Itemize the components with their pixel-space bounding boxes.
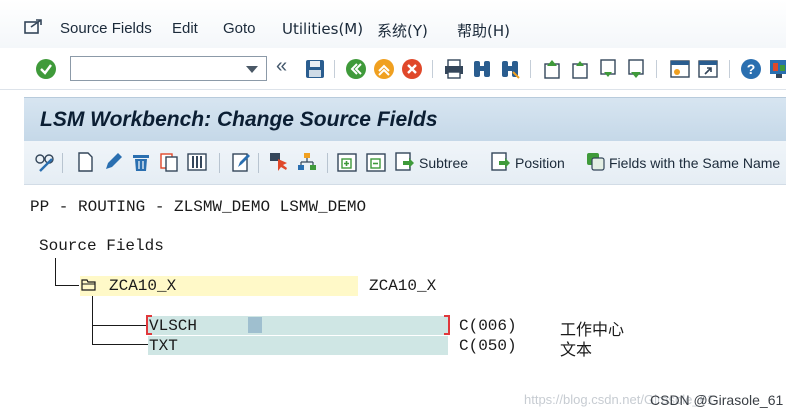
subtree-icon[interactable] — [394, 151, 416, 173]
menu-help[interactable]: 帮助(H) — [457, 20, 510, 41]
same-name-fields-icon[interactable] — [585, 151, 607, 173]
menu-goto[interactable]: Goto — [223, 20, 256, 37]
previous-page-icon[interactable] — [569, 58, 591, 80]
back-icon[interactable] — [345, 58, 367, 80]
structure-name[interactable]: ZCA10_X — [109, 277, 176, 295]
find-next-icon[interactable] — [499, 58, 521, 80]
tree-connector — [92, 292, 93, 344]
save-icon[interactable] — [304, 58, 326, 80]
credit-text: CSDN @Girasole_61 — [650, 392, 784, 408]
work-area: PP - ROUTING - ZLSMW_DEMO LSMW_DEMO Sour… — [24, 186, 801, 418]
toolbar-separator — [219, 153, 220, 173]
edit-pencil-icon[interactable] — [102, 151, 124, 173]
field-description: 文本 — [560, 340, 593, 359]
menu-edit[interactable]: Edit — [172, 20, 198, 37]
folder-icon[interactable] — [81, 278, 96, 291]
standard-toolbar: « ? — [0, 48, 801, 90]
select-element-icon[interactable] — [268, 151, 290, 173]
toolbar-separator — [334, 60, 335, 78]
toolbar-separator — [62, 153, 63, 173]
collapse-subtree-icon[interactable] — [365, 151, 387, 173]
selection-bracket-right — [444, 315, 450, 335]
toolbar-separator — [258, 153, 259, 173]
enter-icon[interactable] — [35, 58, 57, 80]
field-row-highlight — [148, 336, 448, 355]
exit-icon[interactable] — [373, 58, 395, 80]
window-edge — [786, 0, 801, 418]
field-type: C(006) — [459, 317, 517, 335]
title-bar: LSM Workbench: Change Source Fields — [24, 97, 801, 141]
field-name[interactable]: TXT — [149, 337, 178, 355]
last-page-icon[interactable] — [625, 58, 647, 80]
display-change-icon[interactable] — [34, 151, 56, 173]
menu-toggle-icon[interactable] — [24, 18, 44, 34]
collapse-command-icon[interactable]: « — [276, 55, 287, 78]
selection-marker — [248, 317, 262, 333]
menu-source-fields[interactable]: Source Fields — [60, 20, 152, 37]
toolbar-separator — [432, 60, 433, 78]
position-button-label[interactable]: Position — [515, 155, 565, 171]
menu-utilities[interactable]: Utilities(M) — [282, 20, 363, 38]
chevron-down-icon[interactable] — [246, 66, 258, 73]
field-type: C(050) — [459, 337, 517, 355]
toolbar-separator — [656, 60, 657, 78]
tree-connector — [92, 325, 148, 326]
help-icon[interactable]: ? — [740, 58, 762, 80]
toolbar-separator — [530, 60, 531, 78]
tree-connector — [55, 285, 79, 286]
cancel-icon[interactable] — [401, 58, 423, 80]
tree-root-label: Source Fields — [39, 237, 164, 255]
find-icon[interactable] — [471, 58, 493, 80]
print-icon[interactable] — [443, 58, 465, 80]
project-line: PP - ROUTING - ZLSMW_DEMO LSMW_DEMO — [30, 198, 367, 216]
position-icon[interactable] — [490, 151, 512, 173]
edit-document-icon[interactable] — [230, 151, 252, 173]
svg-text:?: ? — [747, 61, 756, 77]
shortcut-icon[interactable] — [697, 58, 719, 80]
subtree-button-label[interactable]: Subtree — [419, 155, 468, 171]
first-page-icon[interactable] — [541, 58, 563, 80]
new-session-icon[interactable] — [669, 58, 691, 80]
expand-subtree-icon[interactable] — [336, 151, 358, 173]
tree-connector — [55, 258, 56, 285]
same-name-fields-label[interactable]: Fields with the Same Name — [609, 155, 780, 171]
create-icon[interactable] — [74, 151, 96, 173]
field-name[interactable]: VLSCH — [149, 317, 197, 335]
delete-icon[interactable] — [130, 151, 152, 173]
toolbar-separator — [327, 153, 328, 173]
application-toolbar: Subtree Position Fields with the Same Na… — [24, 141, 801, 185]
menu-system[interactable]: 系统(Y) — [377, 20, 428, 41]
structure-description: ZCA10_X — [369, 277, 437, 295]
menu-bar: Source Fields Edit Goto Utilities(M) 系统(… — [0, 0, 801, 48]
toolbar-separator — [729, 60, 730, 78]
command-field[interactable] — [70, 56, 267, 81]
hierarchy-icon[interactable] — [296, 151, 318, 173]
columns-icon[interactable] — [186, 151, 208, 173]
copy-icon[interactable] — [158, 151, 180, 173]
next-page-icon[interactable] — [597, 58, 619, 80]
page-title: LSM Workbench: Change Source Fields — [40, 108, 438, 131]
tree-connector — [92, 344, 148, 345]
